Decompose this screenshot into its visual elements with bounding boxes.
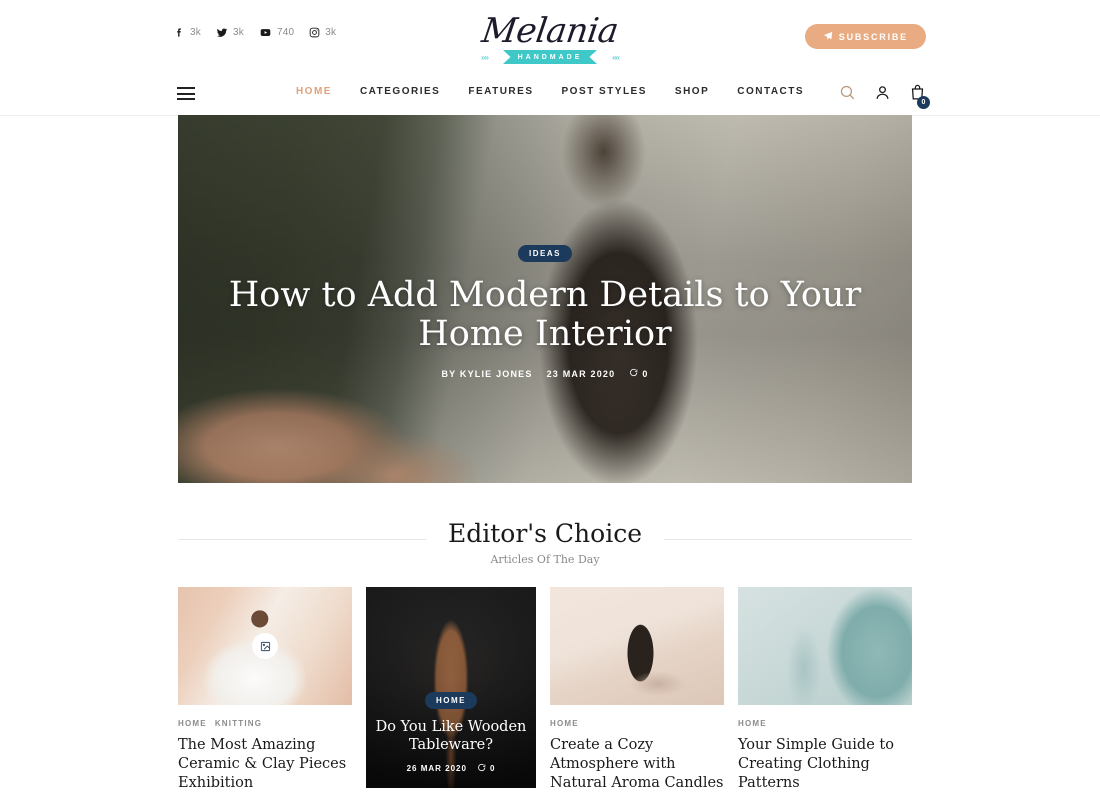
card-title[interactable]: Do You Like Wooden Tableware? — [374, 718, 528, 754]
nav-item-contacts[interactable]: CONTACTS — [737, 86, 804, 97]
hero-featured-post[interactable]: IDEAS How to Add Modern Details to Your … — [178, 115, 912, 483]
card-comment-count: 0 — [489, 764, 496, 773]
subscribe-button[interactable]: SUBSCRIBE — [804, 24, 926, 49]
card-categories: HOME — [550, 719, 724, 728]
youtube-icon — [259, 27, 272, 38]
card-thumbnail[interactable] — [738, 587, 912, 705]
comment-bubble-icon — [629, 368, 638, 379]
nav-item-home[interactable]: HOME — [296, 86, 332, 97]
card-body: HOME Create a Cozy Atmosphere with Natur… — [550, 705, 724, 800]
social-link-instagram[interactable]: 3k — [309, 27, 336, 38]
page-root: 3k 3k 740 3k Melania »» HANDMADE «« SUBS… — [0, 0, 1100, 800]
nav-item-features[interactable]: FEATURES — [468, 86, 533, 97]
search-icon[interactable] — [839, 84, 856, 106]
card-meta: 26 MAR 2020 0 — [374, 763, 528, 774]
nav-action-icons: 0 — [839, 84, 930, 109]
nav-item-shop[interactable]: SHOP — [675, 86, 709, 97]
social-links: 3k 3k 740 3k — [174, 27, 336, 38]
card-title[interactable]: Create a Cozy Atmosphere with Natural Ar… — [550, 736, 724, 793]
card-thumbnail[interactable] — [178, 587, 352, 705]
social-count: 3k — [190, 27, 201, 38]
editors-choice-card-grid: HOME KNITTING The Most Amazing Ceramic &… — [178, 587, 912, 800]
hamburger-menu-icon[interactable] — [177, 87, 195, 100]
social-link-youtube[interactable]: 740 — [259, 27, 294, 38]
card-category[interactable]: HOME — [178, 719, 207, 728]
primary-nav: HOME CATEGORIES FEATURES POST STYLES SHO… — [296, 86, 804, 97]
card-categories: HOME — [738, 719, 912, 728]
hero-meta: BY KYLIE JONES 23 MAR 2020 0 — [178, 368, 912, 379]
card-body: HOME Your Simple Guide to Creating Cloth… — [738, 705, 912, 800]
hero-comment-count: 0 — [642, 368, 649, 379]
hero-category-badge[interactable]: IDEAS — [518, 245, 572, 262]
article-card[interactable]: HOME KNITTING The Most Amazing Ceramic &… — [178, 587, 352, 800]
card-categories: HOME KNITTING — [178, 719, 352, 728]
shopping-cart-icon[interactable]: 0 — [909, 84, 930, 109]
card-body: HOME KNITTING The Most Amazing Ceramic &… — [178, 705, 352, 800]
card-image — [738, 587, 912, 705]
user-account-icon[interactable] — [874, 84, 891, 106]
card-date: 26 MAR 2020 — [406, 764, 467, 773]
logo-banner: »» HANDMADE «« — [475, 50, 625, 64]
cart-count-badge: 0 — [917, 96, 930, 109]
card-image — [550, 587, 724, 705]
hero-comments[interactable]: 0 — [629, 368, 648, 379]
article-card[interactable]: HOME Do You Like Wooden Tableware? 26 MA… — [366, 587, 536, 788]
card-thumbnail[interactable] — [550, 587, 724, 705]
main-navigation-bar: HOME CATEGORIES FEATURES POST STYLES SHO… — [0, 72, 1100, 116]
card-title[interactable]: Your Simple Guide to Creating Clothing P… — [738, 736, 912, 793]
social-count: 3k — [232, 27, 244, 38]
facebook-icon — [174, 27, 185, 38]
logo-wordmark: Melania — [479, 11, 621, 51]
social-link-twitter[interactable]: 3k — [216, 27, 244, 38]
gallery-image-icon — [252, 633, 278, 659]
social-count: 740 — [276, 27, 295, 38]
social-link-facebook[interactable]: 3k — [174, 27, 201, 38]
banner-arrow-right-icon: «« — [612, 53, 620, 62]
article-card[interactable]: HOME Create a Cozy Atmosphere with Natur… — [550, 587, 724, 800]
nav-item-post-styles[interactable]: POST STYLES — [561, 86, 646, 97]
social-count: 3k — [325, 27, 337, 38]
card-category[interactable]: HOME — [738, 719, 767, 728]
instagram-icon — [309, 27, 320, 38]
hero-date: 23 MAR 2020 — [546, 368, 616, 379]
hero-title[interactable]: How to Add Modern Details to Your Home I… — [178, 275, 912, 354]
logo-tagline: HANDMADE — [517, 53, 583, 61]
nav-item-categories[interactable]: CATEGORIES — [360, 86, 440, 97]
section-subtitle: Articles Of The Day — [490, 553, 600, 566]
comment-bubble-icon — [477, 763, 486, 774]
card-overlay-content: HOME Do You Like Wooden Tableware? 26 MA… — [366, 690, 536, 774]
card-category[interactable]: HOME — [550, 719, 579, 728]
card-category-badge[interactable]: HOME — [425, 691, 477, 709]
top-bar: 3k 3k 740 3k Melania »» HANDMADE «« SUBS… — [0, 0, 1100, 72]
twitter-icon — [216, 27, 228, 38]
card-title[interactable]: The Most Amazing Ceramic & Clay Pieces E… — [178, 736, 352, 793]
editors-choice-heading: Editor's Choice Articles Of The Day — [178, 519, 912, 566]
hero-content: IDEAS How to Add Modern Details to Your … — [178, 243, 912, 379]
paper-plane-icon — [823, 31, 833, 43]
card-category[interactable]: KNITTING — [215, 719, 262, 728]
section-title: Editor's Choice — [425, 519, 665, 548]
banner-arrow-left-icon: »» — [481, 53, 489, 62]
site-logo[interactable]: Melania »» HANDMADE «« — [470, 11, 630, 64]
card-comments[interactable]: 0 — [477, 763, 495, 774]
subscribe-label: SUBSCRIBE — [838, 31, 908, 42]
hero-author[interactable]: BY KYLIE JONES — [441, 369, 532, 379]
article-card[interactable]: HOME Your Simple Guide to Creating Cloth… — [738, 587, 912, 800]
